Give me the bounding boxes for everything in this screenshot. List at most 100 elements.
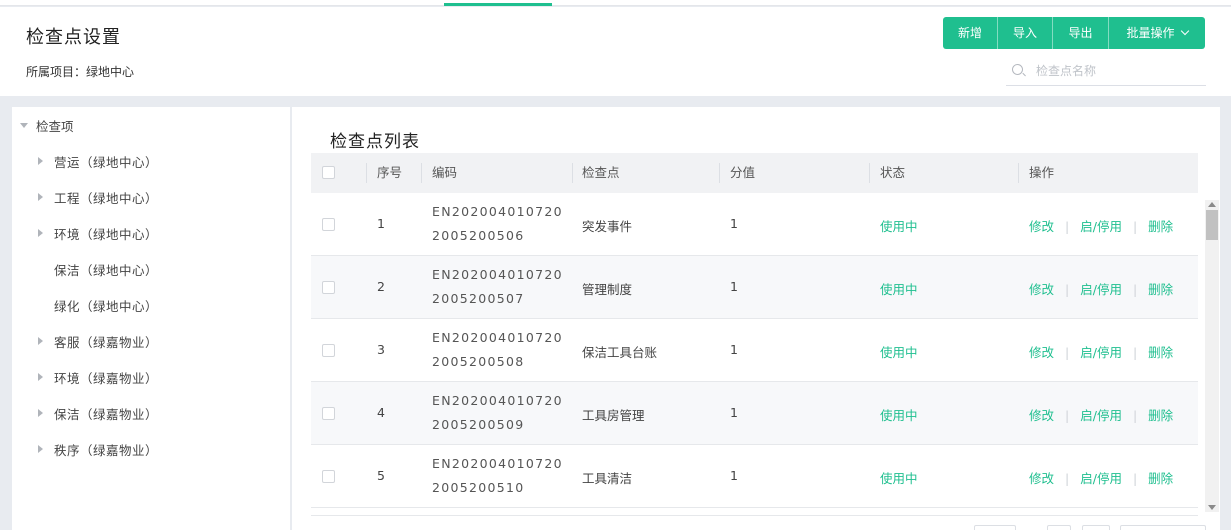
select-all-checkbox[interactable] [322, 166, 335, 179]
column-header-actions: 操作 [1029, 165, 1055, 180]
row-code-line1: EN202004010720 [432, 456, 563, 471]
row-code-line1: EN202004010720 [432, 330, 563, 345]
toggle-status-link[interactable]: 启/停用 [1080, 282, 1122, 297]
delete-link[interactable]: 删除 [1148, 219, 1173, 234]
checkpoint-list-panel: 检查点列表 序号 编码 检查点 分值 状态 操作 1 EN202004010720… [292, 107, 1220, 530]
toggle-status-link[interactable]: 启/停用 [1080, 471, 1122, 486]
delete-link[interactable]: 删除 [1148, 471, 1173, 486]
toggle-status-link[interactable]: 启/停用 [1080, 219, 1122, 234]
import-button[interactable]: 导入 [998, 17, 1053, 49]
edit-link[interactable]: 修改 [1029, 471, 1054, 486]
column-divider [572, 163, 573, 183]
row-checkbox[interactable] [322, 344, 335, 357]
edit-link[interactable]: 修改 [1029, 219, 1054, 234]
vertical-scrollbar[interactable] [1205, 200, 1219, 512]
scroll-down-arrow-icon[interactable] [1208, 505, 1216, 510]
row-checkbox[interactable] [322, 218, 335, 231]
action-divider: | [1132, 219, 1138, 234]
export-button[interactable]: 导出 [1053, 17, 1109, 49]
edit-link[interactable]: 修改 [1029, 282, 1054, 297]
status-badge: 使用中 [880, 471, 918, 486]
pagination-page-button[interactable] [1082, 525, 1110, 530]
delete-link[interactable]: 删除 [1148, 345, 1173, 360]
category-tree-panel: 检查项 营运（绿地中心） 工程（绿地中心） 环境（绿地中心） 保洁（绿地中心） 绿化（绿… [12, 107, 290, 530]
tree-item[interactable]: 环境（绿地中心） [38, 223, 158, 243]
edit-link[interactable]: 修改 [1029, 345, 1054, 360]
batch-operation-dropdown[interactable]: 批量操作 [1109, 17, 1205, 49]
status-badge: 使用中 [880, 219, 918, 234]
tree-item[interactable]: 工程（绿地中心） [38, 187, 158, 207]
column-divider [421, 163, 422, 183]
tree-item[interactable]: 保洁（绿地中心） [38, 259, 158, 279]
tree-item-label: 绿化（绿地中心） [54, 298, 159, 314]
table-row: 3 EN202004010720 2005200508 保洁工具台账 1 使用中 修改 | 启/… [311, 319, 1198, 382]
column-divider [719, 163, 720, 183]
search-icon[interactable] [1012, 64, 1023, 75]
search-input[interactable] [1036, 62, 1201, 80]
row-code: EN202004010720 2005200507 [432, 263, 563, 311]
toggle-status-link[interactable]: 启/停用 [1080, 345, 1122, 360]
toggle-status-link[interactable]: 启/停用 [1080, 408, 1122, 423]
caret-right-icon [38, 229, 43, 237]
scrollbar-thumb[interactable] [1206, 210, 1218, 240]
tree-item[interactable]: 绿化（绿地中心） [38, 295, 158, 315]
row-checkbox[interactable] [322, 281, 335, 294]
column-divider [1018, 163, 1019, 183]
column-header-index: 序号 [377, 165, 403, 180]
row-score: 1 [730, 216, 738, 231]
row-actions: 修改 | 启/停用 | 删除 [1029, 216, 1173, 235]
tree-item-label: 工程（绿地中心） [54, 190, 159, 206]
action-divider: | [1132, 408, 1138, 423]
table-row: 5 EN202004010720 2005200510 工具清洁 1 使用中 修改 | 启/停用… [311, 445, 1198, 508]
column-divider [366, 163, 367, 183]
search-box [1006, 61, 1206, 86]
page-header: 检查点设置 所属项目：绿地中心 新增 导入 导出 批量操作 [0, 7, 1231, 96]
caret-right-icon [38, 157, 43, 165]
top-nav-bar [0, 0, 1231, 6]
column-header-code: 编码 [432, 165, 458, 180]
row-score: 1 [730, 468, 738, 483]
tree-item[interactable]: 环境（绿嘉物业） [38, 367, 158, 387]
project-label: 所属项目：绿地中心 [26, 65, 135, 79]
row-code-line2: 2005200509 [432, 417, 525, 432]
row-index: 5 [377, 468, 385, 483]
scroll-up-arrow-icon[interactable] [1208, 202, 1216, 207]
row-code: EN202004010720 2005200506 [432, 200, 563, 248]
action-divider: | [1065, 282, 1070, 297]
column-header-score: 分值 [730, 165, 756, 180]
row-actions: 修改 | 启/停用 | 删除 [1029, 279, 1173, 298]
edit-link[interactable]: 修改 [1029, 408, 1054, 423]
row-index: 4 [377, 405, 385, 420]
tree-item[interactable]: 营运（绿地中心） [38, 151, 158, 171]
pagination-jump-input[interactable] [1120, 525, 1206, 530]
caret-right-icon [38, 337, 43, 345]
row-checkpoint-name: 突发事件 [582, 219, 633, 234]
tree-item[interactable]: 秩序（绿嘉物业） [38, 439, 158, 459]
table-row: 1 EN202004010720 2005200506 突发事件 1 使用中 修改 | 启/停用… [311, 193, 1198, 256]
tree-item[interactable]: 保洁（绿嘉物业） [38, 403, 158, 423]
column-header-status: 状态 [880, 165, 906, 180]
caret-right-icon [38, 445, 43, 453]
tree-item-label: 营运（绿地中心） [54, 154, 159, 170]
active-tab-indicator [444, 3, 552, 6]
pagination-prev-button[interactable] [1047, 525, 1071, 530]
tree-root[interactable]: 检查项 [20, 115, 74, 135]
chevron-down-icon [1180, 26, 1189, 36]
row-checkbox[interactable] [322, 470, 335, 483]
add-button[interactable]: 新增 [943, 17, 998, 49]
delete-link[interactable]: 删除 [1148, 408, 1173, 423]
row-checkbox[interactable] [322, 407, 335, 420]
checkpoint-table: 序号 编码 检查点 分值 状态 操作 1 EN202004010720 200520… [311, 153, 1198, 508]
table-row: 2 EN202004010720 2005200507 管理制度 1 使用中 修改 | 启/停用… [311, 256, 1198, 319]
action-divider: | [1132, 345, 1138, 360]
row-index: 2 [377, 279, 385, 294]
table-header: 序号 编码 检查点 分值 状态 操作 [311, 153, 1198, 193]
caret-down-icon [20, 122, 28, 128]
row-code-line1: EN202004010720 [432, 393, 563, 408]
row-checkpoint-name: 工具房管理 [582, 408, 645, 423]
delete-link[interactable]: 删除 [1148, 282, 1173, 297]
caret-right-icon [38, 373, 43, 381]
row-code-line2: 2005200507 [432, 291, 525, 306]
page-size-select[interactable] [974, 525, 1016, 530]
tree-item[interactable]: 客服（绿嘉物业） [38, 331, 158, 351]
